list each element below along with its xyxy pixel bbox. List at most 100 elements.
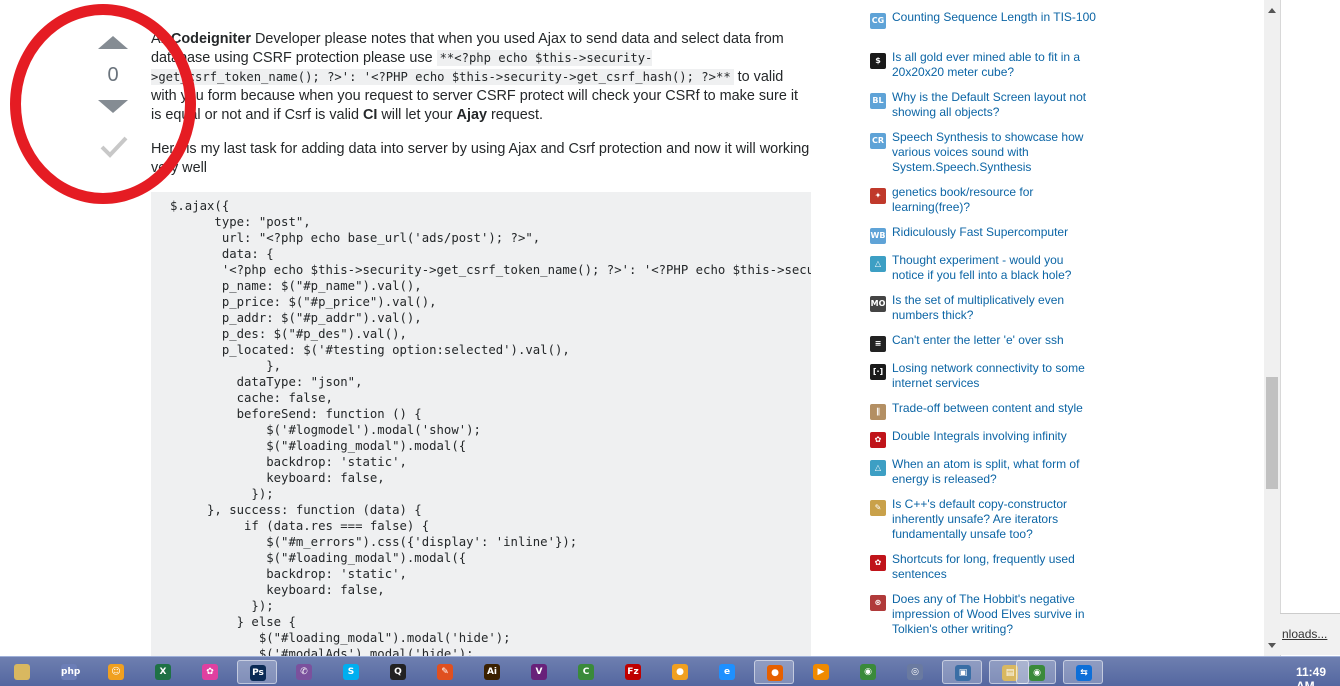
taskbar-button[interactable]: ◉: [848, 660, 888, 684]
english-icon: ✿: [870, 555, 886, 571]
hnq-link[interactable]: When an atom is split, what form of ener…: [892, 457, 1097, 487]
hnq-link[interactable]: Double Integrals involving infinity: [892, 429, 1097, 444]
hnq-link[interactable]: genetics book/resource for learning(free…: [892, 185, 1097, 215]
browser-viewport: 0 All Codeigniter Developer please notes…: [0, 0, 1280, 656]
hnq-link[interactable]: Speech Synthesis to showcase how various…: [892, 130, 1097, 175]
visual-studio-icon: V: [531, 664, 547, 680]
code-listing: $.ajax({ type: "post", url: "<?php echo …: [170, 198, 811, 656]
illustrator-icon: Ai: [484, 664, 500, 680]
vote-count: 0: [107, 64, 119, 86]
taskbar-button[interactable]: ◎: [895, 660, 935, 684]
code-line: cache: false,: [170, 391, 333, 405]
media-icon: ●: [672, 664, 688, 680]
code-line: }, success: function (data) {: [170, 503, 422, 517]
mathoverflow-icon: MO: [870, 296, 886, 312]
taskbar-button[interactable]: ✎: [425, 660, 465, 684]
code-line: p_addr: $("#p_addr").val(),: [170, 311, 422, 325]
hnq-link[interactable]: Is the set of multiplicatively even numb…: [892, 293, 1097, 323]
math-icon: ✿: [870, 432, 886, 448]
taskbar-button[interactable]: Fz: [613, 660, 653, 684]
taskbar-button[interactable]: ✿: [190, 660, 230, 684]
biology-icon: ✦: [870, 188, 886, 204]
upvote-arrow-icon[interactable]: [98, 36, 128, 49]
code-line: if (data.res === false) {: [170, 519, 430, 533]
taskbar-button[interactable]: V: [519, 660, 559, 684]
code-line: });: [170, 487, 274, 501]
code-line: backdrop: 'static',: [170, 567, 407, 581]
hnq-link[interactable]: Does any of The Hobbit's negative impres…: [892, 592, 1097, 637]
codereview-icon: CR: [870, 133, 886, 149]
hnq-link[interactable]: Trade-off between content and style: [892, 401, 1097, 416]
hnq-link[interactable]: Ridiculously Fast Supercomputer: [892, 225, 1097, 240]
text-span: will let your: [377, 107, 457, 123]
taskbar-button[interactable]: ●: [660, 660, 700, 684]
firefox-icon: ●: [767, 665, 783, 681]
code-line: p_located: $('#testing option:selected')…: [170, 343, 570, 357]
code-line: $("#loading_modal").modal('hide');: [170, 631, 511, 645]
taskbar-button[interactable]: Ps: [237, 660, 277, 684]
taskbar-button[interactable]: ✆: [284, 660, 324, 684]
scroll-down-arrow-icon[interactable]: [1268, 643, 1276, 648]
code-line: dataType: "json",: [170, 375, 363, 389]
taskbar-button[interactable]: Q: [378, 660, 418, 684]
downvote-arrow-icon[interactable]: [98, 100, 128, 113]
code-line: $("#loading_modal").modal({: [170, 439, 467, 453]
taskbar-button[interactable]: ◉: [1016, 660, 1056, 684]
taskbar-button[interactable]: ⇆: [1063, 660, 1103, 684]
hnq-link[interactable]: Shortcuts for long, frequently used sent…: [892, 552, 1097, 582]
code-line: $.ajax({: [170, 199, 230, 213]
bold-term: Ajay: [456, 107, 487, 123]
taskbar-button[interactable]: ▣: [942, 660, 982, 684]
camtasia-icon: C: [578, 664, 594, 680]
hnq-link[interactable]: Is all gold ever mined able to fit in a …: [892, 50, 1097, 80]
teamviewer-icon: ⇆: [1076, 665, 1092, 681]
vertical-scrollbar[interactable]: [1264, 0, 1280, 656]
taskbar-button[interactable]: X: [143, 660, 183, 684]
hnq-link[interactable]: Why is the Default Screen layout not sho…: [892, 90, 1097, 120]
php-icon: php: [61, 664, 80, 680]
emoji-app-icon: ☺: [108, 664, 124, 680]
taskbar-button[interactable]: C: [566, 660, 606, 684]
code-line: $("#loading_modal").modal({: [170, 551, 467, 565]
taskbar-button[interactable]: S: [331, 660, 371, 684]
code-line: p_name: $("#p_name").val(),: [170, 279, 422, 293]
downloads-link[interactable]: nloads...: [1280, 613, 1340, 655]
player-icon: ▶: [813, 664, 829, 680]
filezilla-icon: Fz: [625, 664, 641, 680]
physics-icon: △: [870, 256, 886, 272]
taskbar-button[interactable]: ●: [754, 660, 794, 684]
taskbar-button[interactable]: ☺: [96, 660, 136, 684]
bold-term: Codeigniter: [171, 31, 251, 47]
taskbar-button[interactable]: php: [49, 660, 89, 684]
taskbar-clock[interactable]: 11:49 AM: [1296, 665, 1340, 686]
code-line: '<?php echo $this->security->get_csrf_to…: [221, 263, 811, 277]
bold-term: CI: [362, 107, 378, 123]
hnq-link[interactable]: Is C++'s default copy-constructor inhere…: [892, 497, 1097, 542]
scifi-icon: ⊛: [870, 595, 886, 611]
hnq-link[interactable]: Can't enter the letter 'e' over ssh: [892, 333, 1097, 348]
code-line: beforeSend: function () {: [170, 407, 422, 421]
hnq-link[interactable]: Counting Sequence Length in TIS-100: [892, 10, 1097, 25]
taskbar-button[interactable]: [2, 660, 42, 684]
windows-taskbar: 11:49 AM php ☺ X ✿ Ps ✆ S Q ✎ Ai V C Fz ● e ● ▶ ◉ ◎ ▣ ▤ ◉ ⇆: [0, 656, 1340, 686]
serverfault-icon: [·]: [870, 364, 886, 380]
virtualbox-icon: ▣: [955, 665, 971, 681]
scroll-thumb[interactable]: [1266, 377, 1278, 489]
money-icon: $: [870, 53, 886, 69]
paint-icon: ✎: [437, 664, 453, 680]
hnq-link[interactable]: Thought experiment - would you notice if…: [892, 253, 1097, 283]
taskbar-button[interactable]: Ai: [472, 660, 512, 684]
code-block: $.ajax({ type: "post", url: "<?php echo …: [151, 192, 811, 656]
hnq-link[interactable]: Losing network connectivity to some inte…: [892, 361, 1097, 391]
accept-checkmark-icon[interactable]: [100, 134, 128, 158]
code-line: } else {: [170, 615, 296, 629]
code-line: },: [170, 359, 282, 373]
taskbar-button[interactable]: e: [707, 660, 747, 684]
taskbar-button[interactable]: ▶: [801, 660, 841, 684]
chrome-icon: ◉: [860, 664, 876, 680]
viber-icon: ✆: [296, 664, 312, 680]
scroll-up-arrow-icon[interactable]: [1268, 8, 1276, 13]
text-span: request.: [486, 107, 543, 123]
text-span: All: [151, 31, 171, 47]
code-line: keyboard: false,: [170, 583, 385, 597]
